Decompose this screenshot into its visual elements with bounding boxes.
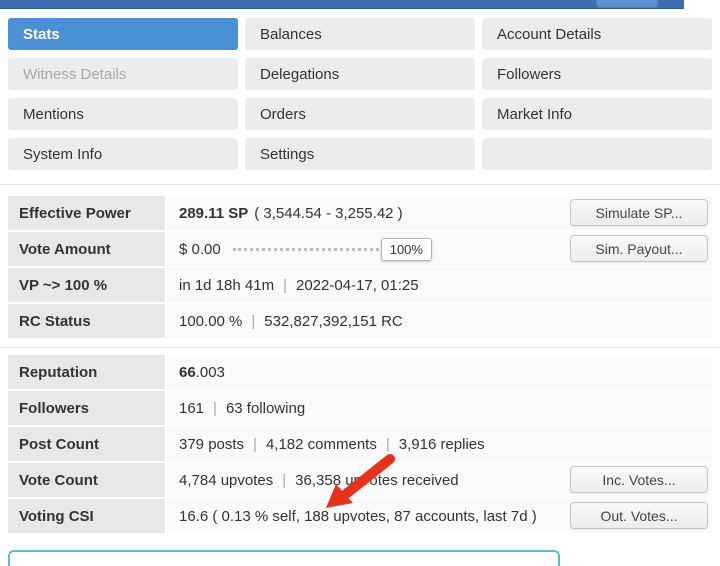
row-vp-recharge: VP ~> 100 % in 1d 18h 41m | 2022-04-17, … xyxy=(8,268,712,302)
effective-power-detail: ( 3,544.54 - 3,255.42 ) xyxy=(254,204,403,222)
row-value: 66 .003 xyxy=(167,355,712,389)
followers-count: 161 xyxy=(179,399,205,417)
replies-count: 3,916 replies xyxy=(398,435,485,453)
next-section-panel-top xyxy=(8,550,560,566)
row-value: 100.00 % | 532,827,392,151 RC xyxy=(167,304,712,338)
tab-witness-details[interactable]: Witness Details xyxy=(8,58,238,90)
red-arrow-annotation xyxy=(326,454,395,508)
row-label: Post Count xyxy=(8,427,165,461)
reputation-value: 66 xyxy=(179,363,196,381)
row-label: RC Status xyxy=(8,304,165,338)
row-label: Vote Amount xyxy=(8,232,165,266)
row-vote-amount: Vote Amount $ 0.00 100% Sim. Payout... xyxy=(8,232,712,266)
vote-weight-badge[interactable]: 100% xyxy=(380,237,432,261)
tab-account-details[interactable]: Account Details xyxy=(482,18,712,50)
row-label: Vote Count xyxy=(8,463,165,497)
row-label: VP ~> 100 % xyxy=(8,268,165,302)
section-divider xyxy=(0,347,720,348)
row-reputation: Reputation 66 .003 xyxy=(8,355,712,389)
rc-value: 532,827,392,151 RC xyxy=(264,312,403,330)
reputation-decimals: .003 xyxy=(195,363,225,381)
tab-system-info[interactable]: System Info xyxy=(8,138,238,170)
vote-amount-value: $ 0.00 xyxy=(179,240,221,258)
vp-recharge-date: 2022-04-17, 01:25 xyxy=(295,276,419,294)
rc-percent: 100.00 % xyxy=(179,312,243,330)
pipe-separator: | xyxy=(282,471,287,489)
simulate-sp-button[interactable]: Simulate SP... xyxy=(570,199,708,226)
tab-delegations[interactable]: Delegations xyxy=(245,58,475,90)
topbar-button[interactable] xyxy=(596,0,658,8)
out-votes-button[interactable]: Out. Votes... xyxy=(570,502,708,529)
stats-table: Effective Power 289.11 SP ( 3,544.54 - 3… xyxy=(8,196,712,340)
tab-grid: Stats Balances Account Details Witness D… xyxy=(8,18,712,170)
upvotes-count: 4,784 upvotes xyxy=(179,471,274,489)
tab-stats[interactable]: Stats xyxy=(8,18,238,50)
pipe-separator: | xyxy=(253,435,257,453)
row-label: Voting CSI xyxy=(8,499,165,533)
row-value: 161 | 63 following xyxy=(167,391,712,425)
topbar-white-area xyxy=(684,0,720,10)
section-divider xyxy=(0,184,720,185)
pipe-separator: | xyxy=(213,399,217,417)
top-toolbar xyxy=(0,0,720,10)
row-label: Followers xyxy=(8,391,165,425)
row-effective-power: Effective Power 289.11 SP ( 3,544.54 - 3… xyxy=(8,196,712,230)
tab-mentions[interactable]: Mentions xyxy=(8,98,238,130)
vote-weight-slider[interactable] xyxy=(232,247,379,251)
inc-votes-button[interactable]: Inc. Votes... xyxy=(570,466,708,493)
row-value: 379 posts | 4,182 comments | 3,916 repli… xyxy=(167,427,712,461)
tab-followers[interactable]: Followers xyxy=(482,58,712,90)
row-followers: Followers 161 | 63 following xyxy=(8,391,712,425)
row-label: Effective Power xyxy=(8,196,165,230)
tab-orders[interactable]: Orders xyxy=(245,98,475,130)
row-label: Reputation xyxy=(8,355,165,389)
following-count: 63 following xyxy=(225,399,306,417)
tab-balances[interactable]: Balances xyxy=(245,18,475,50)
row-value: in 1d 18h 41m | 2022-04-17, 01:25 xyxy=(167,268,712,302)
pipe-separator: | xyxy=(283,276,287,294)
vp-recharge-time: in 1d 18h 41m xyxy=(179,276,275,294)
tab-settings[interactable]: Settings xyxy=(245,138,475,170)
pipe-separator: | xyxy=(251,312,256,330)
effective-power-value: 289.11 SP xyxy=(179,204,249,222)
row-rc-status: RC Status 100.00 % | 532,827,392,151 RC xyxy=(8,304,712,338)
posts-count: 379 posts xyxy=(179,435,245,453)
sim-payout-button[interactable]: Sim. Payout... xyxy=(570,235,708,262)
tab-market-info[interactable]: Market Info xyxy=(482,98,712,130)
tab-empty-slot xyxy=(482,138,712,170)
